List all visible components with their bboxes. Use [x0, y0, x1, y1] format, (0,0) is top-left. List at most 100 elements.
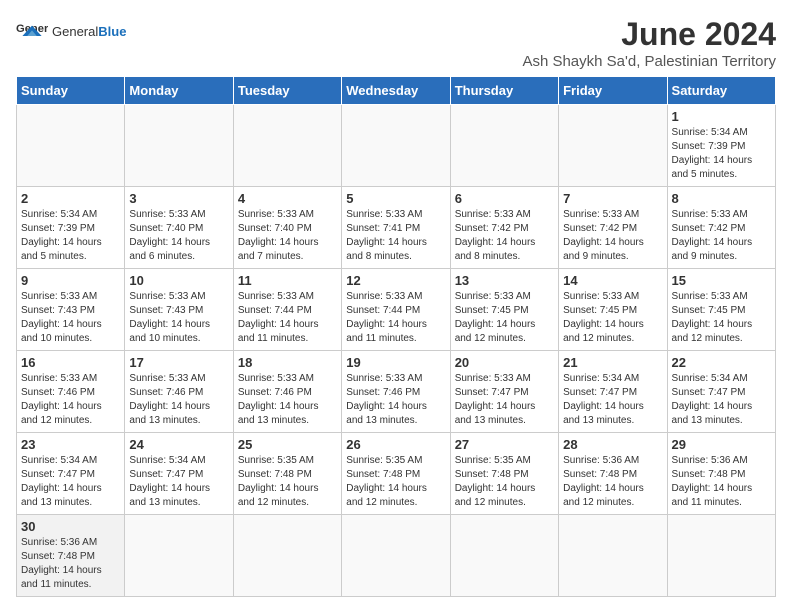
cell-day-number: 13	[455, 273, 554, 288]
calendar-week-row: 23Sunrise: 5:34 AM Sunset: 7:47 PM Dayli…	[17, 433, 776, 515]
location-title: Ash Shaykh Sa'd, Palestinian Territory	[522, 53, 776, 70]
cell-info: Sunrise: 5:33 AM Sunset: 7:43 PM Dayligh…	[129, 290, 228, 346]
calendar-cell: 12 Sunrise: 5:33 AM Sunset: 7:44 PM Dayli…	[342, 269, 450, 351]
cell-info: Sunrise: 5:34 AM Sunset: 7:39 PM Dayligh…	[21, 208, 120, 264]
cell-info: Sunrise: 5:34 AM Sunset: 7:47 PM Dayligh…	[672, 372, 771, 428]
month-title: June 2024	[522, 16, 776, 53]
cell-day-number: 22	[672, 355, 771, 370]
calendar-header-row: SundayMondayTuesdayWednesdayThursdayFrid…	[17, 77, 776, 105]
calendar-cell	[559, 105, 667, 187]
logo-blue: Blue	[98, 24, 126, 39]
col-header-tuesday: Tuesday	[233, 77, 341, 105]
cell-day-number: 9	[21, 273, 120, 288]
calendar-cell: 18 Sunrise: 5:33 AM Sunset: 7:46 PM Dayli…	[233, 351, 341, 433]
calendar-week-row: 2 Sunrise: 5:34 AM Sunset: 7:39 PM Daylig…	[17, 187, 776, 269]
cell-day-number: 24	[129, 437, 228, 452]
cell-info: Sunrise: 5:33 AM Sunset: 7:46 PM Dayligh…	[346, 372, 445, 428]
cell-info: Sunrise: 5:33 AM Sunset: 7:41 PM Dayligh…	[346, 208, 445, 264]
calendar-cell	[233, 105, 341, 187]
calendar-cell: 14Sunrise: 5:33 AM Sunset: 7:45 PM Dayli…	[559, 269, 667, 351]
cell-day-number: 21	[563, 355, 662, 370]
cell-info: Sunrise: 5:33 AM Sunset: 7:46 PM Dayligh…	[129, 372, 228, 428]
cell-day-number: 1	[672, 109, 771, 124]
calendar-cell: 21 Sunrise: 5:34 AM Sunset: 7:47 PM Dayli…	[559, 351, 667, 433]
calendar-cell: 11 Sunrise: 5:33 AM Sunset: 7:44 PM Dayli…	[233, 269, 341, 351]
calendar-cell: 6 Sunrise: 5:33 AM Sunset: 7:42 PM Daylig…	[450, 187, 558, 269]
cell-info: Sunrise: 5:36 AM Sunset: 7:48 PM Dayligh…	[21, 536, 120, 592]
cell-info: Sunrise: 5:33 AM Sunset: 7:42 PM Dayligh…	[455, 208, 554, 264]
cell-day-number: 2	[21, 191, 120, 206]
cell-day-number: 12	[346, 273, 445, 288]
col-header-monday: Monday	[125, 77, 233, 105]
cell-info: Sunrise: 5:33 AM Sunset: 7:46 PM Dayligh…	[238, 372, 337, 428]
cell-day-number: 25	[238, 437, 337, 452]
calendar-cell: 5 Sunrise: 5:33 AM Sunset: 7:41 PM Daylig…	[342, 187, 450, 269]
calendar-cell: 27 Sunrise: 5:35 AM Sunset: 7:48 PM Dayli…	[450, 433, 558, 515]
calendar-week-row: 9 Sunrise: 5:33 AM Sunset: 7:43 PM Daylig…	[17, 269, 776, 351]
cell-day-number: 19	[346, 355, 445, 370]
logo: General GeneralBlue	[16, 16, 126, 48]
cell-info: Sunrise: 5:34 AM Sunset: 7:47 PM Dayligh…	[563, 372, 662, 428]
logo-general: General	[52, 24, 98, 39]
cell-info: Sunrise: 5:35 AM Sunset: 7:48 PM Dayligh…	[238, 454, 337, 510]
calendar-cell	[450, 105, 558, 187]
calendar-cell: 13 Sunrise: 5:33 AM Sunset: 7:45 PM Dayli…	[450, 269, 558, 351]
cell-info: Sunrise: 5:33 AM Sunset: 7:43 PM Dayligh…	[21, 290, 120, 346]
cell-info: Sunrise: 5:33 AM Sunset: 7:44 PM Dayligh…	[238, 290, 337, 346]
cell-info: Sunrise: 5:33 AM Sunset: 7:40 PM Dayligh…	[238, 208, 337, 264]
calendar-cell	[450, 515, 558, 597]
calendar-cell: 15 Sunrise: 5:33 AM Sunset: 7:45 PM Dayli…	[667, 269, 775, 351]
calendar-cell	[125, 105, 233, 187]
calendar-cell	[17, 105, 125, 187]
calendar-week-row: 30 Sunrise: 5:36 AM Sunset: 7:48 PM Dayli…	[17, 515, 776, 597]
cell-info: Sunrise: 5:33 AM Sunset: 7:47 PM Dayligh…	[455, 372, 554, 428]
calendar-cell: 1 Sunrise: 5:34 AM Sunset: 7:39 PM Daylig…	[667, 105, 775, 187]
cell-info: Sunrise: 5:33 AM Sunset: 7:44 PM Dayligh…	[346, 290, 445, 346]
calendar-cell: 3Sunrise: 5:33 AM Sunset: 7:40 PM Daylig…	[125, 187, 233, 269]
cell-info: Sunrise: 5:33 AM Sunset: 7:46 PM Dayligh…	[21, 372, 120, 428]
calendar-cell: 4 Sunrise: 5:33 AM Sunset: 7:40 PM Daylig…	[233, 187, 341, 269]
cell-day-number: 27	[455, 437, 554, 452]
cell-info: Sunrise: 5:33 AM Sunset: 7:45 PM Dayligh…	[672, 290, 771, 346]
cell-day-number: 23	[21, 437, 120, 452]
calendar-cell: 23Sunrise: 5:34 AM Sunset: 7:47 PM Dayli…	[17, 433, 125, 515]
cell-day-number: 5	[346, 191, 445, 206]
cell-day-number: 16	[21, 355, 120, 370]
cell-day-number: 18	[238, 355, 337, 370]
col-header-friday: Friday	[559, 77, 667, 105]
calendar-cell: 7Sunrise: 5:33 AM Sunset: 7:42 PM Daylig…	[559, 187, 667, 269]
calendar-cell: 26 Sunrise: 5:35 AM Sunset: 7:48 PM Dayli…	[342, 433, 450, 515]
cell-info: Sunrise: 5:33 AM Sunset: 7:42 PM Dayligh…	[672, 208, 771, 264]
cell-day-number: 15	[672, 273, 771, 288]
calendar-cell	[667, 515, 775, 597]
calendar-cell	[559, 515, 667, 597]
cell-info: Sunrise: 5:34 AM Sunset: 7:39 PM Dayligh…	[672, 126, 771, 182]
cell-info: Sunrise: 5:36 AM Sunset: 7:48 PM Dayligh…	[563, 454, 662, 510]
cell-day-number: 6	[455, 191, 554, 206]
cell-info: Sunrise: 5:35 AM Sunset: 7:48 PM Dayligh…	[346, 454, 445, 510]
col-header-thursday: Thursday	[450, 77, 558, 105]
calendar-week-row: 16 Sunrise: 5:33 AM Sunset: 7:46 PM Dayli…	[17, 351, 776, 433]
title-area: June 2024 Ash Shaykh Sa'd, Palestinian T…	[522, 16, 776, 70]
calendar-cell	[342, 515, 450, 597]
calendar-cell	[342, 105, 450, 187]
cell-info: Sunrise: 5:33 AM Sunset: 7:45 PM Dayligh…	[455, 290, 554, 346]
cell-info: Sunrise: 5:36 AM Sunset: 7:48 PM Dayligh…	[672, 454, 771, 510]
calendar-cell: 20Sunrise: 5:33 AM Sunset: 7:47 PM Dayli…	[450, 351, 558, 433]
calendar-cell: 30 Sunrise: 5:36 AM Sunset: 7:48 PM Dayli…	[17, 515, 125, 597]
cell-day-number: 17	[129, 355, 228, 370]
calendar-table: SundayMondayTuesdayWednesdayThursdayFrid…	[16, 76, 776, 597]
col-header-sunday: Sunday	[17, 77, 125, 105]
cell-day-number: 3	[129, 191, 228, 206]
calendar-cell: 25 Sunrise: 5:35 AM Sunset: 7:48 PM Dayli…	[233, 433, 341, 515]
calendar-cell: 9 Sunrise: 5:33 AM Sunset: 7:43 PM Daylig…	[17, 269, 125, 351]
col-header-wednesday: Wednesday	[342, 77, 450, 105]
cell-info: Sunrise: 5:35 AM Sunset: 7:48 PM Dayligh…	[455, 454, 554, 510]
calendar-cell	[125, 515, 233, 597]
cell-day-number: 11	[238, 273, 337, 288]
page-header: General GeneralBlue June 2024 Ash Shaykh…	[16, 16, 776, 70]
cell-day-number: 26	[346, 437, 445, 452]
cell-day-number: 30	[21, 519, 120, 534]
cell-info: Sunrise: 5:33 AM Sunset: 7:45 PM Dayligh…	[563, 290, 662, 346]
cell-day-number: 4	[238, 191, 337, 206]
